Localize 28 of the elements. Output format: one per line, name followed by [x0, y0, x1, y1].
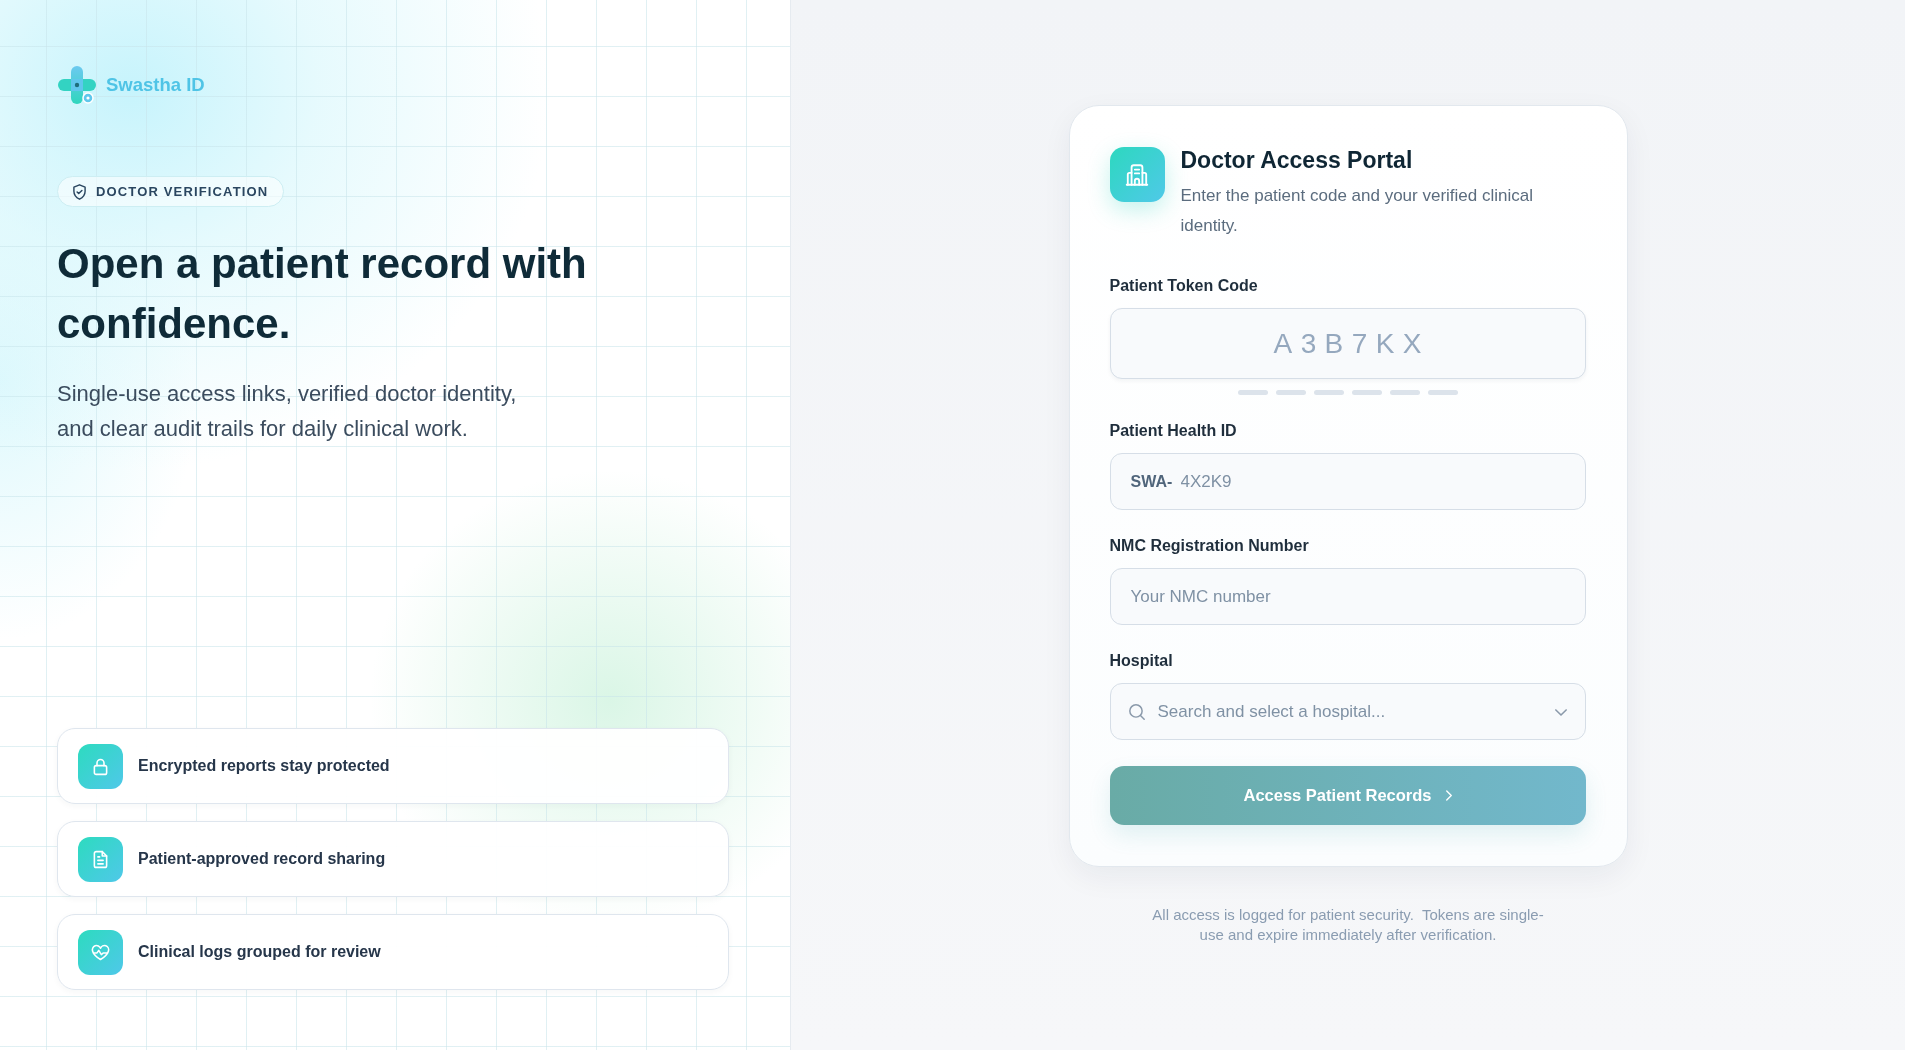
- hospital-select[interactable]: Search and select a hospital...: [1109, 683, 1586, 740]
- feature-label: Encrypted reports stay protected: [138, 757, 390, 775]
- feature-label: Clinical logs grouped for review: [138, 943, 381, 961]
- security-note: All access is logged for patient security. Tokens are single-use and expire immediately after verification.: [1151, 905, 1545, 945]
- heart-pulse-icon: [78, 929, 123, 975]
- search-icon: [1128, 703, 1145, 720]
- nmc-input[interactable]: Your NMC number: [1109, 568, 1586, 625]
- token-input[interactable]: A3B7KX: [1109, 308, 1586, 379]
- lock-icon: [78, 743, 123, 789]
- hospital-building-icon: [1109, 147, 1165, 202]
- document-icon: [78, 836, 123, 882]
- verification-label: DOCTOR VERIFICATION: [96, 184, 269, 199]
- field-label: Patient Token Code: [1109, 276, 1258, 296]
- portal-subtitle: Enter the patient code and your verified clinical identity.: [1180, 185, 1534, 237]
- field-label: Hospital: [1109, 651, 1173, 671]
- id-prefix: SWA-: [1130, 471, 1173, 492]
- code-slots-icon: [1237, 390, 1458, 395]
- hero-description: Single-use access links, verified doctor identity, and clear audit trails for daily clinical work.: [57, 380, 518, 443]
- shield-check-icon: [73, 183, 86, 200]
- field-label: NMC Registration Number: [1109, 536, 1309, 556]
- chevron-down-icon: [1554, 708, 1567, 716]
- headline: Open a patient record with confidence.: [57, 239, 588, 349]
- feature-label: Patient-approved record sharing: [138, 850, 386, 868]
- field-label: Patient Health ID: [1109, 421, 1237, 441]
- portal-title: Doctor Access Portal: [1180, 147, 1414, 173]
- chevron-right-icon: [1445, 790, 1452, 801]
- medical-cross-icon: [57, 65, 97, 105]
- brand-name: Swastha ID: [106, 74, 205, 96]
